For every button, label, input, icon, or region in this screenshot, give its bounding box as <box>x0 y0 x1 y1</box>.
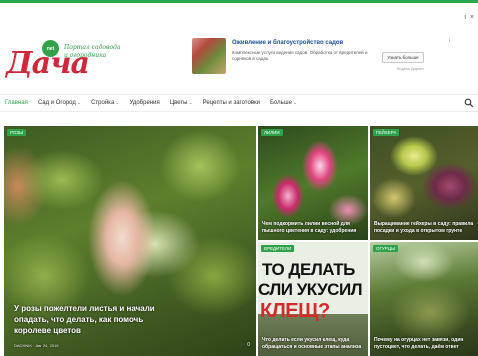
site-header: Дача net Портал садовода и огородника Ож… <box>0 30 478 90</box>
category-tag[interactable]: Гейхера <box>373 129 400 136</box>
ad-text: Комплексные услуги ведения садов. Обрабо… <box>232 50 368 61</box>
top-accent-bar <box>0 0 478 3</box>
nav-item-home[interactable]: Главная <box>0 100 33 106</box>
featured-post[interactable]: Огурцы Почему на огурцах нет завязи, оди… <box>370 242 478 356</box>
ad-controls: i × <box>464 14 474 21</box>
post-meta: DACHNIK · Авг 24, 2019 <box>14 343 59 348</box>
ad-learn-more-button[interactable]: Узнать больше <box>382 52 424 63</box>
featured-grid: Розы У розы пожелтели листья и начали оп… <box>0 126 478 356</box>
ad-info-icon[interactable]: i <box>449 38 450 44</box>
ad-close-icon[interactable]: × <box>470 14 474 21</box>
nav-item-building[interactable]: Стройка⌄ <box>86 100 124 106</box>
post-title[interactable]: Почему на огурцах нет завязи, один пусто… <box>374 337 474 350</box>
search-icon[interactable] <box>464 98 474 108</box>
chevron-down-icon: ⌄ <box>292 100 298 106</box>
nav-label: Стройка <box>91 100 115 106</box>
ad-banner[interactable]: Оживление и благоустройство садов Компле… <box>192 38 456 78</box>
post-title[interactable]: У розы пожелтели листья и начали опадать… <box>14 303 174 336</box>
post-date: Авг 24, 2019 <box>35 343 59 348</box>
chevron-down-icon: ⌄ <box>188 100 193 106</box>
nav-label: Рецепты и заготовки <box>202 100 260 106</box>
nav-label: Главная <box>5 100 28 106</box>
image-text-line: СЛИ УКУСИЛ <box>258 280 363 299</box>
image-text-line: КЛЕЩ? <box>260 300 330 322</box>
nav-item-more[interactable]: Больше⌄ <box>265 100 302 106</box>
nav-item-garden[interactable]: Сад и Огород⌄ <box>33 100 86 106</box>
chevron-down-icon: ⌄ <box>115 100 120 106</box>
nav-label: Больше <box>269 100 292 106</box>
category-tag[interactable]: Розы <box>7 129 27 136</box>
post-author[interactable]: DACHNIK <box>14 343 32 348</box>
post-title[interactable]: Что делать если укусил клещ, куда обраща… <box>262 337 362 350</box>
post-title[interactable]: Выращивание гейхеры в саду: правила поса… <box>374 221 474 234</box>
site-logo[interactable]: Дача net Портал садовода и огородника <box>6 36 126 81</box>
logo-tagline: Портал садовода и огородника <box>64 44 121 59</box>
comment-count[interactable]: 0 <box>247 342 250 348</box>
nav-item-flowers[interactable]: Цветы⌄ <box>165 100 198 106</box>
image-text-line: ТО ДЕЛАТЬ <box>262 260 355 279</box>
nav-label: Сад и Огород <box>37 100 76 106</box>
category-tag[interactable]: Огурцы <box>373 245 399 252</box>
ad-image <box>192 38 226 74</box>
ad-title[interactable]: Оживление и благоустройство садов <box>232 40 343 46</box>
nav-label: Удобрения <box>129 100 160 106</box>
nav-item-fertilizers[interactable]: Удобрения <box>124 100 164 106</box>
nav-item-recipes[interactable]: Рецепты и заготовки <box>198 100 265 106</box>
post-title[interactable]: Чем подкормить лилии весной для пышного … <box>262 221 362 234</box>
featured-post-main[interactable]: Розы У розы пожелтели листья и начали оп… <box>4 126 256 356</box>
logo-badge: net <box>42 40 59 57</box>
category-tag[interactable]: Лилии <box>261 129 283 136</box>
ad-source: Яндекс Директ <box>396 66 424 71</box>
category-tag[interactable]: Вредители <box>261 245 295 252</box>
featured-post[interactable]: Лилии Чем подкормить лилии весной для пы… <box>258 126 368 240</box>
main-nav: Главная Сад и Огород⌄ Стройка⌄ Удобрения… <box>0 94 478 112</box>
featured-post[interactable]: Гейхера Выращивание гейхеры в саду: прав… <box>370 126 478 240</box>
featured-post[interactable]: ТО ДЕЛАТЬ СЛИ УКУСИЛ КЛЕЩ? Вредители Что… <box>258 242 368 356</box>
ad-info-icon[interactable]: i <box>464 14 466 21</box>
nav-label: Цветы <box>169 100 188 106</box>
chevron-down-icon: ⌄ <box>76 100 82 106</box>
